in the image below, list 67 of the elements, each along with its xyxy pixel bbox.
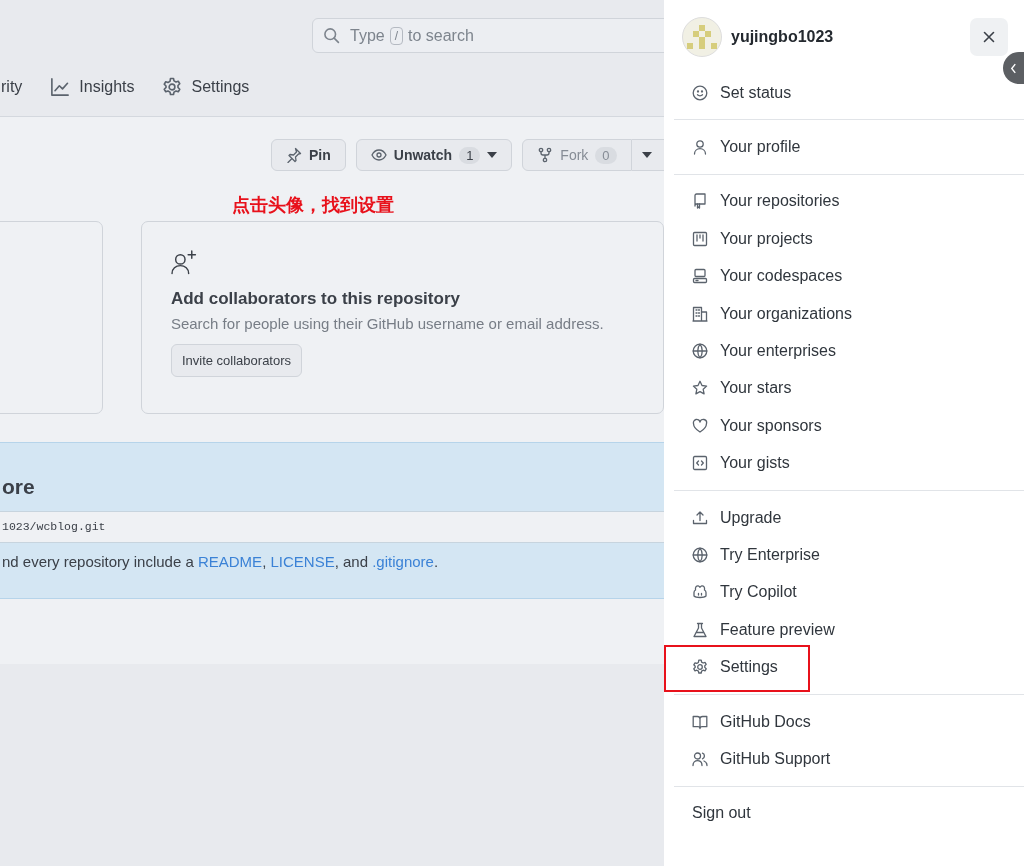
menu-item[interactable]: Your gists (664, 444, 1024, 482)
pin-button[interactable]: Pin (271, 139, 346, 171)
beaker-icon (692, 621, 708, 638)
globe-icon (692, 547, 708, 563)
card-title: Add collaborators to this repository (170, 289, 460, 309)
settings-icon (692, 659, 708, 676)
menu-item[interactable]: Your projects (664, 220, 1024, 258)
menu-item[interactable]: Your sponsors (664, 407, 1024, 445)
graph-icon (50, 77, 71, 97)
smiley-icon (692, 84, 708, 101)
menu-item[interactable]: Your profile (664, 128, 1024, 166)
count-badge: 1 (459, 146, 481, 164)
person-icon (692, 139, 708, 156)
search-placeholder: Type (350, 26, 385, 45)
menu-item[interactable]: Feature preview (664, 611, 1024, 649)
building-icon (692, 305, 708, 322)
menu-item[interactable]: Set status (664, 74, 1024, 112)
menu-item[interactable]: Your stars (664, 369, 1024, 408)
settings-icon (162, 77, 183, 97)
code-icon (692, 455, 708, 472)
repo-tab[interactable]: rity (1, 77, 23, 97)
star-icon (692, 380, 708, 397)
keyboard-key: / (389, 26, 404, 45)
clone-url: 1023/wcblog.git (0, 511, 664, 543)
invite-collaborators-button[interactable]: Invite collaborators (170, 344, 303, 377)
search-icon (323, 27, 340, 44)
fork-dropdown-button[interactable] (631, 139, 664, 171)
menu-item[interactable]: Your repositories (664, 182, 1024, 221)
caret-icon (641, 152, 652, 158)
repo-tab[interactable]: Insights (50, 77, 135, 97)
caret-icon (487, 152, 498, 158)
menu-item[interactable]: GitHub Docs (664, 702, 1024, 741)
avatar-icon (682, 17, 722, 57)
upload-icon (692, 509, 708, 526)
username: yujingbo1023 (731, 28, 835, 46)
menu-item[interactable]: Settings (664, 648, 1024, 686)
close-icon (983, 31, 995, 43)
unwatch-button[interactable]: Unwatch 1 (355, 139, 513, 171)
close-button[interactable] (970, 18, 1008, 56)
repo-icon (692, 193, 708, 210)
computer-icon (692, 268, 708, 285)
menu-item[interactable]: Your organizations (664, 294, 1024, 333)
people-icon (692, 750, 708, 767)
count-badge: 0 (595, 146, 617, 164)
section-heading: ore (1, 475, 35, 500)
book-icon (692, 713, 708, 730)
robot-icon (692, 584, 708, 601)
menu-item[interactable]: Try Copilot (664, 573, 1024, 612)
repo-tab[interactable]: Settings (162, 77, 250, 97)
pin-icon (286, 147, 302, 163)
project-board-icon (692, 230, 708, 247)
menu-item[interactable]: Try Enterprise (664, 536, 1024, 574)
globe-icon (692, 343, 708, 360)
annotation-text: 点击头像，找到设置 (232, 193, 394, 217)
menu-item[interactable]: Sign out (664, 794, 1024, 833)
fork-icon (537, 147, 554, 163)
heart-icon (692, 417, 708, 434)
chevron-left-icon (1010, 62, 1017, 74)
menu-item[interactable]: Your codespaces (664, 257, 1024, 295)
card-description: Search for people using their GitHub username or email address. (170, 315, 604, 332)
menu-item[interactable]: Upgrade (664, 498, 1024, 537)
search-placeholder: to search (408, 26, 474, 45)
menu-item[interactable]: Your enterprises (664, 332, 1024, 370)
eye-icon (370, 147, 387, 163)
setup-note: nd every repository include a README, LICENSE, and .gitignore. (1, 553, 440, 570)
menu-item[interactable]: GitHub Support (664, 740, 1024, 778)
add-person-icon (170, 250, 198, 275)
